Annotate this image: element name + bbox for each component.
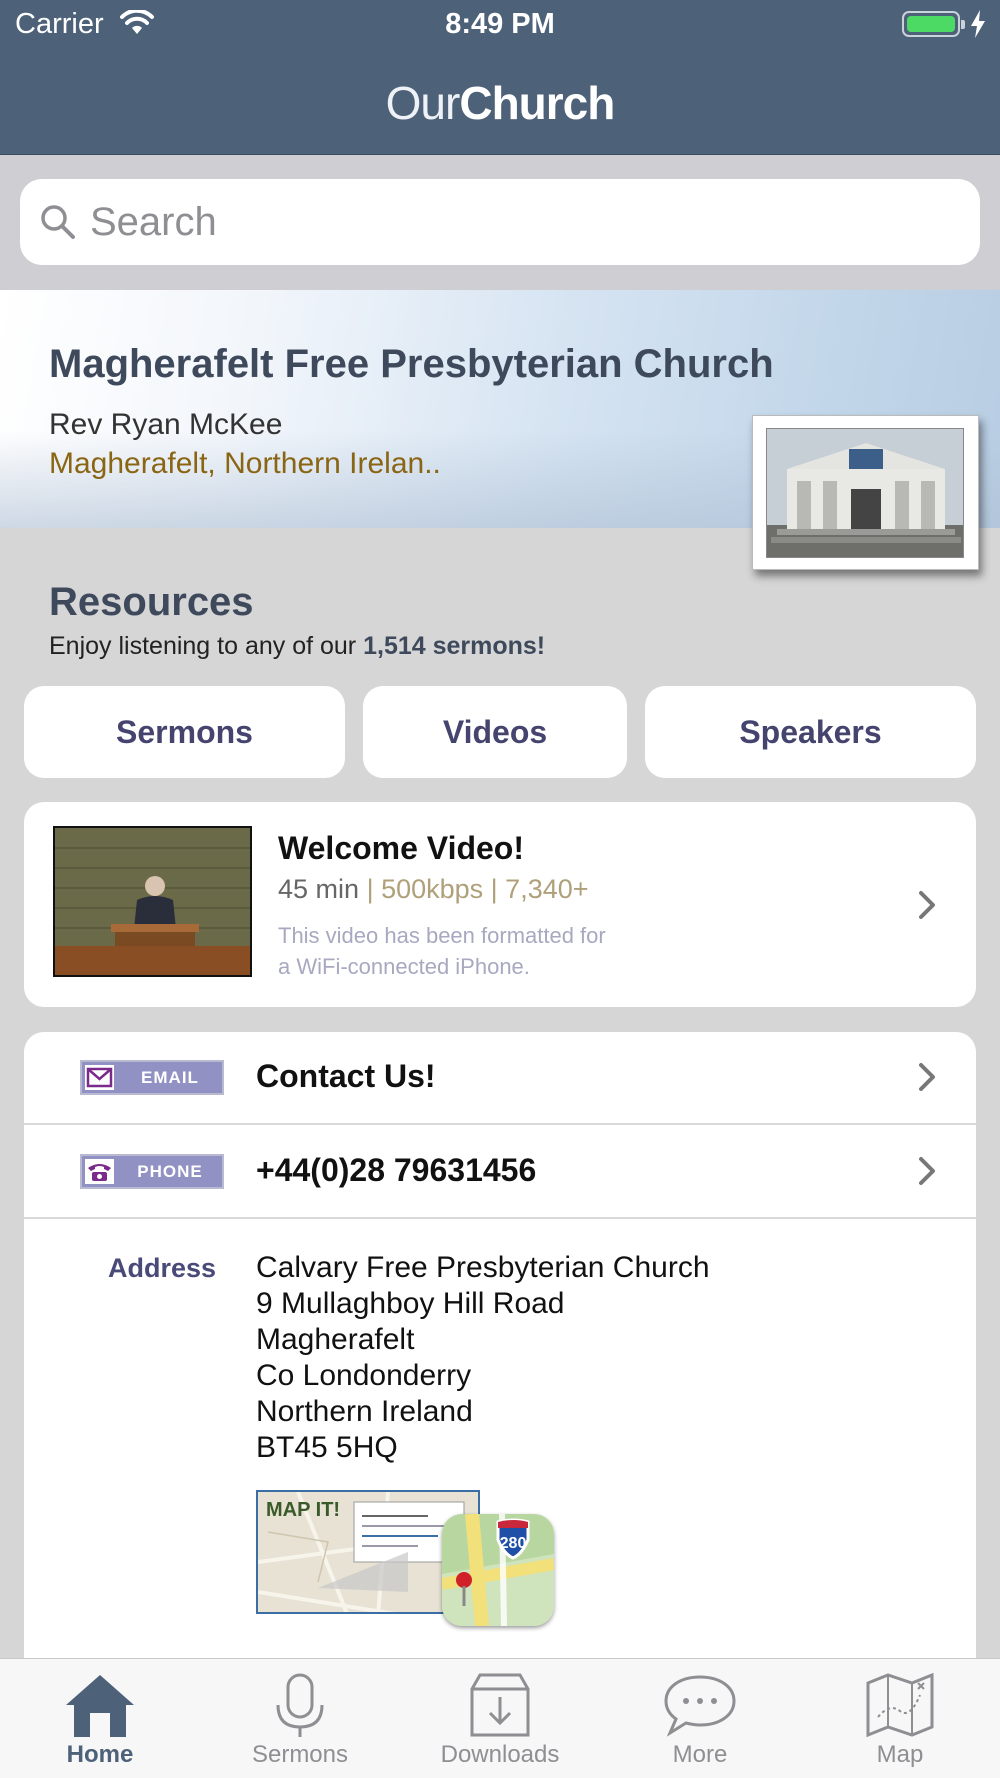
video-description: This video has been formatted for a WiFi… <box>278 923 606 979</box>
resources-subtitle: Enjoy listening to any of our 1,514 serm… <box>49 632 546 660</box>
church-photo[interactable] <box>752 415 979 570</box>
phone-number: +44(0)28 79631456 <box>256 1152 537 1188</box>
envelope-icon <box>85 1065 114 1090</box>
contact-us-label: Contact Us! <box>256 1058 436 1094</box>
address-label: Address <box>108 1253 217 1283</box>
search-bar-container <box>0 155 1000 290</box>
nav-bar: OurChurch <box>0 50 1000 155</box>
speakers-button[interactable]: Speakers <box>645 686 976 778</box>
church-location[interactable]: Magherafelt, Northern Irelan.. <box>49 447 441 481</box>
address-line: Calvary Free Presbyterian Church <box>256 1251 710 1284</box>
telephone-icon <box>85 1159 114 1184</box>
phone-badge: PHONE <box>80 1154 224 1189</box>
sermons-button[interactable]: Sermons <box>24 686 345 778</box>
clock: 8:49 PM <box>445 8 555 40</box>
maps-app-icon[interactable]: 280 <box>442 1514 554 1626</box>
video-title: Welcome Video! <box>278 830 524 866</box>
chevron-right-icon <box>917 1062 937 1097</box>
address-line: Northern Ireland <box>256 1395 473 1428</box>
address-line: BT45 5HQ <box>256 1431 398 1464</box>
status-bar: Carrier 8:49 PM <box>0 0 1000 50</box>
chevron-right-icon <box>917 890 937 925</box>
phone-row[interactable]: PHONE +44(0)28 79631456 <box>24 1126 976 1219</box>
address-lines: Calvary Free Presbyterian Church 9 Mulla… <box>256 1250 710 1466</box>
search-box[interactable] <box>20 179 980 265</box>
pastor-name[interactable]: Rev Ryan McKee <box>49 408 282 442</box>
tab-bar: Home Sermons Downloads More Map <box>0 1658 1000 1778</box>
church-name: Magherafelt Free Presbyterian Church <box>49 342 774 386</box>
highway-number: 280 <box>500 1535 527 1552</box>
welcome-video-card[interactable]: Welcome Video! 45 min | 500kbps | 7,340+… <box>24 802 976 1007</box>
address-line: 9 Mullaghboy Hill Road <box>256 1287 565 1320</box>
video-thumbnail <box>53 826 252 977</box>
search-icon <box>38 202 78 247</box>
search-input[interactable] <box>90 193 950 251</box>
tab-sermons[interactable]: Sermons <box>200 1659 400 1778</box>
tab-more[interactable]: More <box>600 1659 800 1778</box>
map-icon <box>866 1673 934 1737</box>
contact-card: EMAIL Contact Us! PHONE +44(0)28 7963145… <box>24 1032 976 1752</box>
charging-icon <box>970 10 986 43</box>
battery-icon <box>902 11 965 37</box>
email-badge: EMAIL <box>80 1060 224 1095</box>
address-line: Co Londonderry <box>256 1359 472 1392</box>
chevron-right-icon <box>917 1156 937 1191</box>
tab-downloads[interactable]: Downloads <box>400 1659 600 1778</box>
microphone-icon <box>276 1673 324 1737</box>
home-icon <box>66 1675 134 1737</box>
video-meta: 45 min | 500kbps | 7,340+ <box>278 874 589 904</box>
chat-bubble-icon <box>664 1675 736 1737</box>
address-line: Magherafelt <box>256 1323 415 1356</box>
download-box-icon <box>470 1673 530 1737</box>
email-row[interactable]: EMAIL Contact Us! <box>24 1032 976 1125</box>
tab-map[interactable]: Map <box>800 1659 1000 1778</box>
app-logo: OurChurch <box>385 77 616 129</box>
map-it-label: MAP IT! <box>266 1499 340 1521</box>
videos-button[interactable]: Videos <box>363 686 627 778</box>
resources-heading: Resources <box>49 580 254 624</box>
tab-home[interactable]: Home <box>0 1659 200 1778</box>
